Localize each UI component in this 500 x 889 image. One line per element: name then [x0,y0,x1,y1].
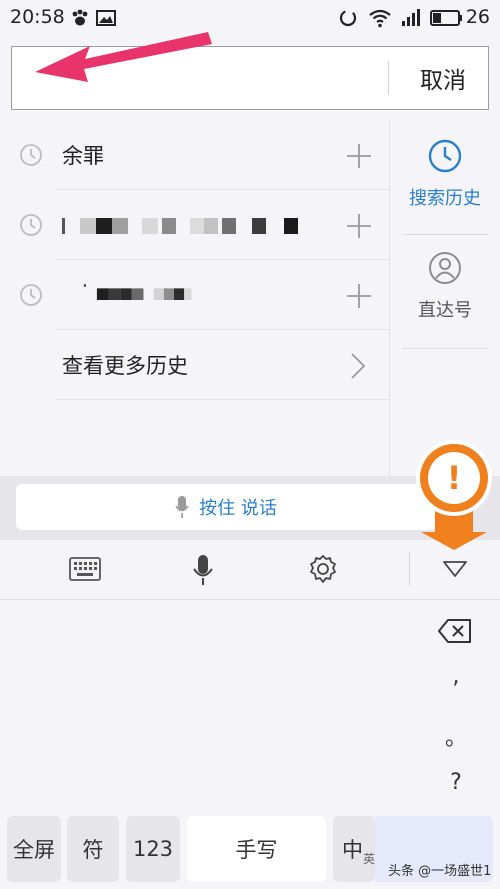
period-key[interactable]: 。 [428,720,484,752]
clock-icon [428,139,462,173]
person-icon [429,252,461,284]
microphone-icon[interactable] [193,554,213,586]
history-item[interactable]: 余罪 [0,120,389,190]
plus-icon[interactable] [346,283,372,309]
microphone-icon [175,496,189,518]
symbol-key[interactable]: 符 [67,816,119,882]
panel-divider [389,120,390,476]
question-key[interactable]: ? [428,770,484,795]
clock-icon [20,284,42,306]
toolbar-divider [409,552,410,586]
row-divider [56,399,389,400]
plus-icon[interactable] [346,143,372,169]
language-switch-key[interactable]: 中 英 [333,816,375,882]
battery-icon [430,10,462,26]
language-cn-label: 中 [342,838,363,862]
view-more-history[interactable]: 查看更多历史 [0,330,389,400]
sync-icon [339,9,357,27]
plus-icon[interactable] [346,213,372,239]
number-key[interactable]: 123 [126,816,180,882]
side-divider [402,234,488,235]
clock-icon [20,214,42,236]
fullscreen-key[interactable]: 全屏 [7,816,61,882]
tab-label: 搜索历史 [409,188,481,209]
comma-key[interactable]: , [428,664,484,689]
tab-label: 直达号 [418,300,472,321]
clock-icon [20,144,42,166]
collapse-keyboard-icon[interactable] [442,560,468,578]
history-item[interactable] [0,260,389,330]
tab-search-history[interactable]: 搜索历史 [402,138,488,210]
redacted-text [83,284,192,300]
signal-icon [402,9,420,26]
arrow-annotation [35,32,212,82]
wifi-icon [369,9,391,28]
view-more-label: 查看更多历史 [62,354,188,378]
tab-direct-number[interactable]: 直达号 [402,250,488,322]
alert-badge-icon: ! [416,440,492,550]
hold-to-talk-label: 按住 说话 [199,498,277,519]
handwrite-key[interactable]: 手写 [187,816,326,882]
chevron-right-icon [351,353,366,379]
hold-to-talk-button[interactable]: 按住 说话 [16,484,436,530]
side-divider [402,348,488,349]
language-en-label: 英 [363,851,376,866]
history-item[interactable] [0,190,389,260]
gear-icon[interactable] [308,554,338,584]
battery-level: 26 [465,6,490,28]
backspace-icon[interactable] [438,618,472,644]
search-divider [388,61,389,95]
history-item-label: 余罪 [62,144,104,168]
badge-symbol: ! [447,459,462,497]
keyboard-icon[interactable] [69,557,101,581]
redacted-text [62,218,298,234]
watermark: 头条 @一场盛世1 [388,864,492,879]
history-list: 余罪 查看更多历史 [0,120,389,400]
cancel-button[interactable]: 取消 [396,47,490,109]
